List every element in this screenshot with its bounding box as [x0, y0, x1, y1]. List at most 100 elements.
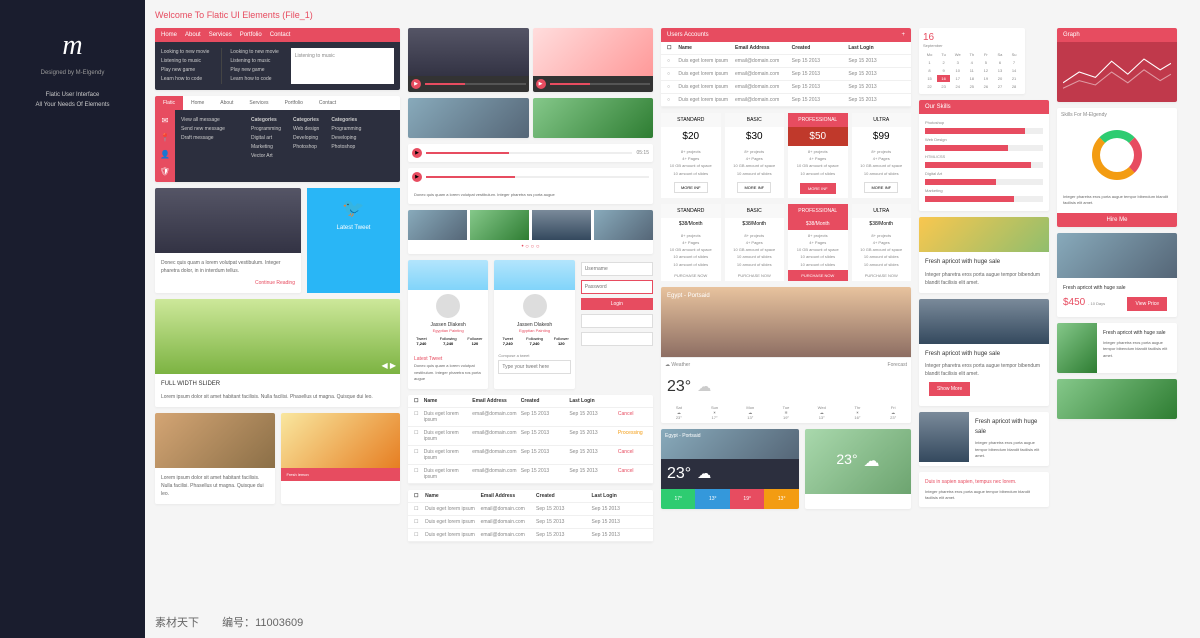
- prev-icon[interactable]: ◀: [381, 361, 387, 370]
- table-row[interactable]: ☐Duis eget lorem ipsumemail@domain.comSe…: [408, 408, 653, 427]
- video-thumb[interactable]: [533, 28, 654, 76]
- menu-item[interactable]: Play new game: [161, 66, 209, 75]
- cat-item[interactable]: Web design: [293, 125, 319, 134]
- play-icon[interactable]: ▶: [412, 148, 422, 158]
- login-button[interactable]: Login: [581, 298, 653, 310]
- play-icon[interactable]: ▶: [536, 79, 546, 89]
- food-caption: Fresh lemon: [281, 468, 401, 481]
- nav-portfolio[interactable]: Portfolio: [240, 32, 262, 38]
- users-accounts: Users Accounts+ ☐ NameEmail AddressCreat…: [661, 28, 911, 107]
- nav-about[interactable]: About: [185, 32, 201, 38]
- cat-item[interactable]: Programming: [251, 125, 281, 134]
- gallery-image: [408, 98, 529, 138]
- cat-item[interactable]: Digital art: [251, 134, 281, 143]
- product-image: [1057, 379, 1177, 419]
- msg-item[interactable]: Draft message: [181, 134, 239, 143]
- menu-item[interactable]: Looking to new movie: [161, 48, 209, 57]
- table-row[interactable]: ○Duis eget lorem ipsumemail@domain.comSe…: [661, 81, 911, 94]
- audio-progress[interactable]: [426, 176, 649, 178]
- view-price-button[interactable]: View Price: [1127, 297, 1167, 311]
- hire-button[interactable]: Hire Me: [1106, 217, 1127, 223]
- table-row[interactable]: ☐Duis eget lorem ipsumemail@domain.comSe…: [408, 516, 653, 529]
- menu-item[interactable]: Learn how to code: [230, 75, 278, 84]
- tab-portfolio[interactable]: Portfolio: [277, 96, 311, 110]
- cat-item[interactable]: Photoshop: [293, 143, 319, 152]
- thumb[interactable]: [408, 210, 467, 240]
- weather-bg-2: Egypt - Portsaid: [661, 429, 799, 459]
- cat-item[interactable]: Photoshop: [331, 143, 361, 152]
- extra-input[interactable]: [581, 332, 653, 346]
- show-more-button[interactable]: Show More: [929, 382, 970, 396]
- nav-services[interactable]: Services: [209, 32, 232, 38]
- info-button[interactable]: MORE INF: [674, 182, 708, 193]
- progress-bar[interactable]: [425, 83, 526, 85]
- cat-item[interactable]: Marketing: [251, 143, 281, 152]
- menu-item[interactable]: Listening to music: [230, 57, 278, 66]
- menu-item[interactable]: Listening to music: [161, 57, 209, 66]
- tweet-input[interactable]: [498, 360, 570, 374]
- table-row[interactable]: ☐Duis eget lorem ipsumemail@domain.comSe…: [408, 529, 653, 542]
- tab-flatic[interactable]: Flatic: [155, 96, 183, 110]
- table-row[interactable]: ☐Duis eget lorem ipsumemail@domain.comSe…: [408, 465, 653, 484]
- watermark-id: 11003609: [255, 617, 303, 629]
- continue-link[interactable]: Continue Reading: [255, 280, 295, 286]
- menu-item[interactable]: Looking to new movie: [230, 48, 278, 57]
- table-row[interactable]: ☐Duis eget lorem ipsumemail@domain.comSe…: [408, 503, 653, 516]
- audio-progress[interactable]: [426, 152, 632, 154]
- video-thumb[interactable]: [408, 28, 529, 76]
- table-row[interactable]: ☐Duis eget lorem ipsumemail@domain.comSe…: [408, 427, 653, 446]
- purchase-button[interactable]: PURCHASE NOW: [852, 270, 912, 281]
- nav-widget: Home About Services Portfolio Contact Lo…: [155, 28, 400, 90]
- info-button[interactable]: MORE INF: [737, 182, 771, 193]
- table-row[interactable]: ☐Duis eget lorem ipsumemail@domain.comSe…: [408, 446, 653, 465]
- cat-item[interactable]: Developing: [293, 134, 319, 143]
- tab-services[interactable]: Services: [241, 96, 276, 110]
- weather-icon: ☁: [697, 378, 711, 395]
- table-row[interactable]: ○Duis eget lorem ipsumemail@domain.comSe…: [661, 68, 911, 81]
- msg-item[interactable]: Send new message: [181, 125, 239, 134]
- cat-item[interactable]: Vector Art: [251, 152, 281, 161]
- msg-item[interactable]: View all message: [181, 116, 239, 125]
- table-row[interactable]: ○Duis eget lorem ipsumemail@domain.comSe…: [661, 94, 911, 107]
- mail-icon[interactable]: ✉: [162, 116, 169, 125]
- avatar: [523, 294, 547, 318]
- lemon-image: [281, 413, 401, 468]
- audio-player-1: ▶ 05:15: [408, 144, 653, 162]
- purchase-button[interactable]: PURCHASE NOW: [725, 270, 785, 281]
- info-button[interactable]: MORE INF: [864, 182, 898, 193]
- purchase-button[interactable]: PURCHASE NOW: [661, 270, 721, 281]
- shield-icon[interactable]: 🛡: [160, 167, 170, 176]
- thumb[interactable]: [532, 210, 591, 240]
- table-row[interactable]: ○Duis eget lorem ipsumemail@domain.comSe…: [661, 55, 911, 68]
- progress-bar[interactable]: [550, 83, 651, 85]
- thumb[interactable]: [470, 210, 529, 240]
- play-icon[interactable]: ▶: [412, 172, 422, 182]
- tab-contact[interactable]: Contact: [311, 96, 344, 110]
- watermark-site: 素材天下: [155, 617, 199, 629]
- info-button[interactable]: MORE INF: [800, 183, 836, 194]
- slider-image: ◀ ▶: [155, 299, 400, 374]
- tab-home[interactable]: Home: [183, 96, 212, 110]
- password-input[interactable]: [581, 280, 653, 294]
- username-input[interactable]: [581, 262, 653, 276]
- next-icon[interactable]: ▶: [390, 361, 396, 370]
- logo: m: [10, 30, 135, 62]
- tab-about[interactable]: About: [212, 96, 241, 110]
- product-image: [1057, 233, 1177, 278]
- menu-item[interactable]: Listening to music: [295, 52, 390, 61]
- user-icon[interactable]: 👤: [160, 150, 170, 159]
- nav-contact[interactable]: Contact: [270, 32, 291, 38]
- pin-icon[interactable]: 📍: [160, 133, 170, 142]
- cat-item[interactable]: Developing: [331, 134, 361, 143]
- menu-item[interactable]: Learn how to code: [161, 75, 209, 84]
- add-icon[interactable]: +: [901, 32, 905, 38]
- menu-item[interactable]: Play new game: [230, 66, 278, 75]
- nav-home[interactable]: Home: [161, 32, 177, 38]
- slider-dots[interactable]: • ○ ○ ○: [408, 240, 653, 254]
- cat-item[interactable]: Programming: [331, 125, 361, 134]
- purchase-button[interactable]: PURCHASE NOW: [788, 270, 848, 281]
- play-icon[interactable]: ▶: [411, 79, 421, 89]
- video-controls: ▶: [533, 76, 654, 92]
- thumb[interactable]: [594, 210, 653, 240]
- extra-input[interactable]: [581, 314, 653, 328]
